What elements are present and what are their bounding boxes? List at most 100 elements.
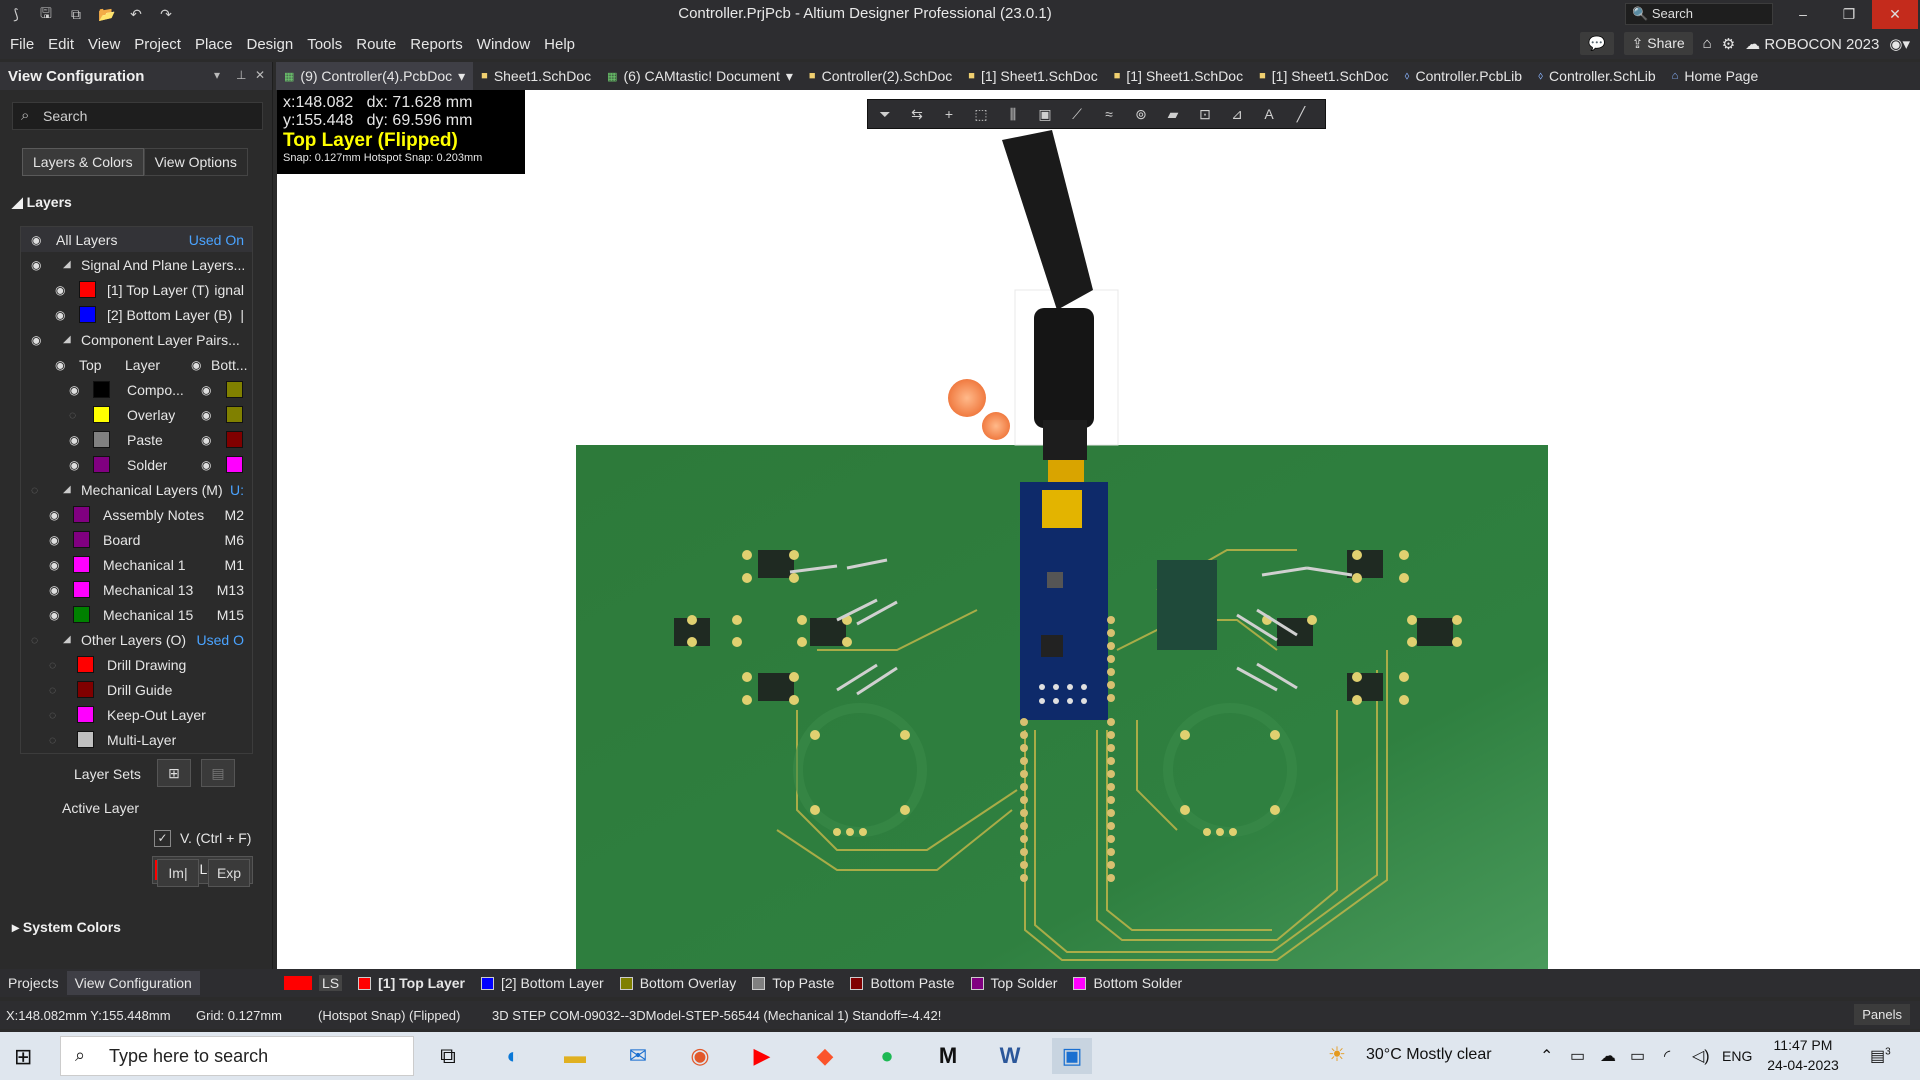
eye-icon[interactable]: ◉ [49,583,59,597]
medium-icon[interactable]: M [928,1038,968,1074]
collapse-icon[interactable]: ◢ [63,484,71,495]
minimize-button[interactable]: – [1780,0,1826,29]
color-swatch[interactable] [93,456,110,473]
add-layer-set-button[interactable]: ⊞ [157,759,191,787]
onedrive-icon[interactable]: ☁ [1600,1046,1616,1066]
brave-icon[interactable]: ◆ [805,1038,845,1074]
eye-icon[interactable]: ◉ [69,433,79,447]
color-swatch[interactable] [79,281,96,298]
tab-sheet1-a[interactable]: ■ [1] Sheet1.SchDoc [960,62,1105,90]
tab-sheet1-b[interactable]: ■ [1] Sheet1.SchDoc [1106,62,1251,90]
line-icon[interactable]: ╱ [1290,106,1312,123]
eye-hidden-icon[interactable]: ◌ [49,708,56,722]
eye-icon[interactable]: ◉ [49,508,59,522]
color-swatch[interactable] [226,431,243,448]
spotify-icon[interactable]: ● [867,1038,907,1074]
layer-row-mechanical-15[interactable]: ◉ Mechanical 15 M15 [21,602,252,627]
filter-icon[interactable]: ⏷ [874,106,896,123]
tab-projects[interactable]: Projects [0,971,67,995]
eye-icon[interactable]: ◉ [49,558,59,572]
tab-view-options[interactable]: View Options [143,148,248,176]
gear-icon[interactable]: ⚙ [1722,35,1735,53]
tab-pcbdoc[interactable]: ▦ (9) Controller(4).PcbDoc ▾ [276,62,474,90]
system-colors-section-header[interactable]: ▸ System Colors [12,919,121,936]
tab-camtastic[interactable]: ▦ (6) CAMtastic! Document ▾ [599,62,801,90]
edge-icon[interactable]: ◐ [493,1038,533,1074]
color-swatch[interactable] [93,406,110,423]
via-icon[interactable]: ⊚ [1130,106,1152,123]
layer-tab-top[interactable]: [1] Top Layer [350,975,473,991]
layer-row-component[interactable]: ◉ Compo... ◉ [21,377,252,402]
color-swatch[interactable] [73,581,90,598]
close-button[interactable]: ✕ [1872,0,1918,29]
wifi-icon[interactable]: ◜ [1664,1046,1670,1066]
mail-icon[interactable]: ✉ [618,1038,658,1074]
collapse-icon[interactable]: ◢ [63,634,71,645]
layer-group-component[interactable]: ◉ ◢ Component Layer Pairs... [21,327,252,352]
layer-row-mechanical-13[interactable]: ◉ Mechanical 13 M13 [21,577,252,602]
pin-icon[interactable]: ⊥ [236,68,246,82]
layer-set-ls[interactable]: LS [276,975,350,991]
color-swatch[interactable] [73,531,90,548]
eye-hidden-icon[interactable]: ◌ [49,658,56,672]
layer-row-solder[interactable]: ◉ Solder ◉ [21,452,252,477]
eye-hidden-icon[interactable]: ◌ [49,683,56,697]
pcb-3d-canvas[interactable]: x:148.082 dx: 71.628 mm y:155.448 dy: 69… [277,90,1920,969]
eye-icon[interactable]: ◉ [201,433,211,447]
tab-view-configuration[interactable]: View Configuration [66,971,200,995]
tab-controller2-schdoc[interactable]: ■ Controller(2).SchDoc [801,62,960,90]
menu-help[interactable]: Help [537,36,582,53]
altium-taskbar-icon[interactable]: ▣ [1052,1038,1092,1074]
tray-chevron-icon[interactable]: ⌃ [1540,1046,1553,1066]
select-rect-icon[interactable]: ⬚ [970,106,992,123]
color-swatch[interactable] [93,431,110,448]
layer-row-multi-layer[interactable]: ◌ Multi-Layer [21,727,252,752]
word-icon[interactable]: W [990,1038,1030,1074]
menu-route[interactable]: Route [349,36,403,53]
volume-icon[interactable]: ◁) [1692,1046,1710,1066]
eye-hidden-icon[interactable]: ◌ [49,733,56,747]
layer-tab-bottom-overlay[interactable]: Bottom Overlay [612,975,744,991]
eye-icon[interactable]: ◉ [201,458,211,472]
eye-icon[interactable]: ◉ [201,383,211,397]
collapse-icon[interactable]: ◢ [63,334,71,345]
color-swatch[interactable] [226,381,243,398]
eye-icon[interactable]: ◉ [49,533,59,547]
tab-home-page[interactable]: ⌂ Home Page [1664,62,1767,90]
meet-icon[interactable]: ▭ [1570,1046,1585,1066]
panel-close-icon[interactable]: ✕ [255,68,265,82]
firefox-icon[interactable]: ◉ [680,1038,720,1074]
eye-hidden-icon[interactable]: ◌ [31,483,38,497]
pcb-3d-view[interactable] [277,90,1920,969]
language-indicator[interactable]: ENG [1722,1048,1752,1064]
save-layer-set-button[interactable]: ▤ [201,759,235,787]
clock[interactable]: 11:47 PM 24-04-2023 [1760,1035,1846,1075]
color-swatch[interactable] [77,656,94,673]
layer-row-drill-guide[interactable]: ◌ Drill Guide [21,677,252,702]
menu-tools[interactable]: Tools [300,36,349,53]
layer-row-drill-drawing[interactable]: ◌ Drill Drawing [21,652,252,677]
panels-button[interactable]: Panels [1854,1004,1910,1025]
title-search-input[interactable]: 🔍 Search [1625,3,1773,25]
maximize-button[interactable]: ❐ [1826,0,1872,29]
tab-pcblib[interactable]: ⬨ Controller.PcbLib [1397,62,1531,90]
collapse-icon[interactable]: ◢ [63,259,71,270]
layer-row-overlay[interactable]: ◌ Overlay ◉ [21,402,252,427]
color-swatch[interactable] [79,306,96,323]
color-swatch[interactable] [73,606,90,623]
user-icon[interactable]: ◉▾ [1889,35,1910,53]
eye-hidden-icon[interactable]: ◌ [69,408,76,422]
color-swatch[interactable] [77,706,94,723]
v-checkbox[interactable]: ✓ [154,830,171,847]
layer-row-keepout[interactable]: ◌ Keep-Out Layer [21,702,252,727]
chat-icon[interactable]: 💬 [1580,32,1614,55]
layer-tab-bottom-paste[interactable]: Bottom Paste [842,975,962,991]
tab-schlib[interactable]: ⬨ Controller.SchLib [1530,62,1664,90]
export-button[interactable]: Exp [208,859,250,887]
notifications-icon[interactable]: ▤3 [1870,1046,1891,1066]
menu-view[interactable]: View [81,36,127,53]
layer-row-top[interactable]: ◉ [1] Top Layer (T) ignal [21,277,252,302]
eye-icon[interactable]: ◉ [31,258,41,272]
tab-sheet1-schdoc[interactable]: ■ Sheet1.SchDoc [473,62,599,90]
layer-tab-bottom-solder[interactable]: Bottom Solder [1065,975,1190,991]
